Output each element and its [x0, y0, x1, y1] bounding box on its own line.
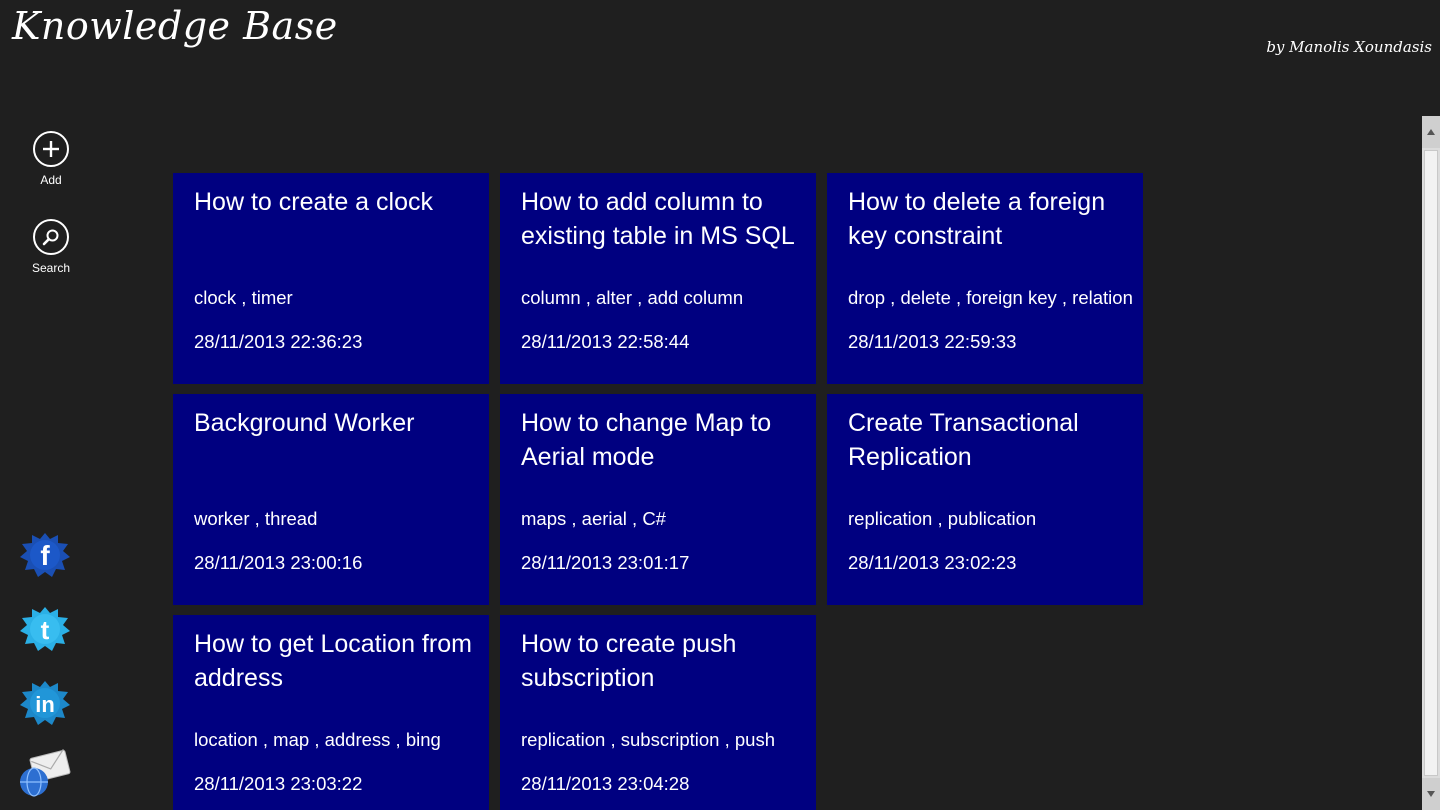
linkedin-icon[interactable]: in [18, 678, 72, 728]
scroll-down-button[interactable] [1422, 778, 1440, 810]
author-credit: by Manolis Xoundasis [1266, 38, 1432, 56]
article-date: 28/11/2013 22:59:33 [848, 331, 1017, 352]
article-title: How to change Map to Aerial mode [521, 409, 772, 471]
article-tile[interactable]: How to create a clock clock , timer 28/1… [173, 173, 489, 384]
article-date: 28/11/2013 23:02:23 [848, 552, 1017, 573]
article-date: 28/11/2013 23:01:17 [521, 552, 690, 573]
article-title: How to delete a foreign key constraint [848, 188, 1106, 250]
search-button[interactable]: Search [18, 219, 84, 275]
article-title: How to create a clock [194, 188, 433, 216]
article-tags: replication , subscription , push [521, 729, 775, 750]
article-title: How to get Location from address [194, 630, 472, 692]
facebook-icon[interactable]: f [18, 530, 72, 580]
add-label: Add [40, 173, 62, 187]
app-window: Knowledge Base by Manolis Xoundasis Add … [0, 0, 1440, 810]
vertical-scrollbar[interactable] [1422, 116, 1440, 810]
article-date: 28/11/2013 23:00:16 [194, 552, 363, 573]
article-date: 28/11/2013 23:04:28 [521, 773, 690, 794]
article-tags: clock , timer [194, 287, 293, 308]
article-date: 28/11/2013 23:03:22 [194, 773, 363, 794]
article-title: How to create push subscription [521, 630, 737, 692]
article-tags: worker , thread [194, 508, 318, 529]
article-tile[interactable]: How to delete a foreign key constraint d… [827, 173, 1143, 384]
article-date: 28/11/2013 22:58:44 [521, 331, 690, 352]
article-title: How to add column to existing table in M… [521, 188, 795, 250]
chevron-up-icon [1427, 129, 1435, 135]
article-grid: How to create a clock clock , timer 28/1… [173, 173, 1153, 810]
article-tags: replication , publication [848, 508, 1037, 529]
plus-circle-icon [33, 131, 69, 167]
article-tile[interactable]: Background Worker worker , thread 28/11/… [173, 394, 489, 605]
svg-text:t: t [41, 615, 50, 645]
svg-text:in: in [35, 692, 55, 717]
article-date: 28/11/2013 22:36:23 [194, 331, 363, 352]
add-button[interactable]: Add [18, 131, 84, 187]
search-label: Search [31, 261, 71, 275]
article-tile[interactable]: How to create push subscription replicat… [500, 615, 816, 810]
chevron-down-icon [1427, 791, 1435, 797]
magnifier-circle-icon [33, 219, 69, 255]
article-tile[interactable]: How to get Location from address locatio… [173, 615, 489, 810]
article-tile[interactable]: How to change Map to Aerial mode maps , … [500, 394, 816, 605]
article-title: Create Transactional Replication [848, 409, 1079, 471]
article-tags: drop , delete , foreign key , relation [848, 287, 1133, 308]
scroll-up-button[interactable] [1422, 116, 1440, 148]
twitter-icon[interactable]: t [18, 604, 72, 654]
article-title: Background Worker [194, 409, 415, 437]
article-tags: location , map , address , bing [194, 729, 441, 750]
email-icon[interactable] [18, 748, 72, 798]
app-title: Knowledge Base [12, 4, 338, 48]
article-tags: maps , aerial , C# [521, 508, 666, 529]
article-tile[interactable]: Create Transactional Replication replica… [827, 394, 1143, 605]
article-tags: column , alter , add column [521, 287, 744, 308]
scroll-thumb[interactable] [1424, 150, 1438, 776]
svg-text:f: f [40, 540, 50, 571]
article-tile[interactable]: How to add column to existing table in M… [500, 173, 816, 384]
